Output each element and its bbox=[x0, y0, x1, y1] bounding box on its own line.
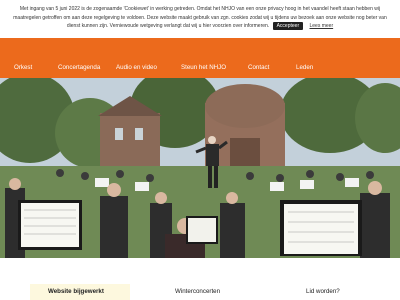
nav-item-concertagenda[interactable]: Concertagenda bbox=[58, 64, 100, 71]
nav-item-contact[interactable]: Contact bbox=[248, 64, 269, 71]
card-title-website-updated: Website bijgewerkt bbox=[48, 288, 104, 295]
cookie-accept-button[interactable]: Accepteer bbox=[272, 22, 304, 31]
card-title-winter-concerts[interactable]: Winterconcerten bbox=[175, 288, 220, 295]
news-cards: Website bijgewerkt Winterconcerten Lid w… bbox=[0, 258, 400, 300]
nav-item-leden[interactable]: Leden bbox=[296, 64, 313, 71]
cookie-read-more-link[interactable]: Lees meer bbox=[310, 22, 334, 30]
hero-image bbox=[0, 78, 400, 258]
nav-item-audio-en-video[interactable]: Audio en video bbox=[116, 64, 157, 71]
nav-item-steun-het-nhjo[interactable]: Steun het NHJO bbox=[181, 64, 226, 71]
card-title-become-member[interactable]: Lid worden? bbox=[306, 288, 340, 295]
nav-item-orkest[interactable]: Orkest bbox=[14, 64, 32, 71]
cookie-banner: Met ingang van 5 juni 2022 is de zogenaa… bbox=[0, 0, 400, 38]
main-navigation: Orkest Concertagenda Audio en video Steu… bbox=[0, 61, 400, 77]
orchestra-photo bbox=[0, 78, 400, 258]
